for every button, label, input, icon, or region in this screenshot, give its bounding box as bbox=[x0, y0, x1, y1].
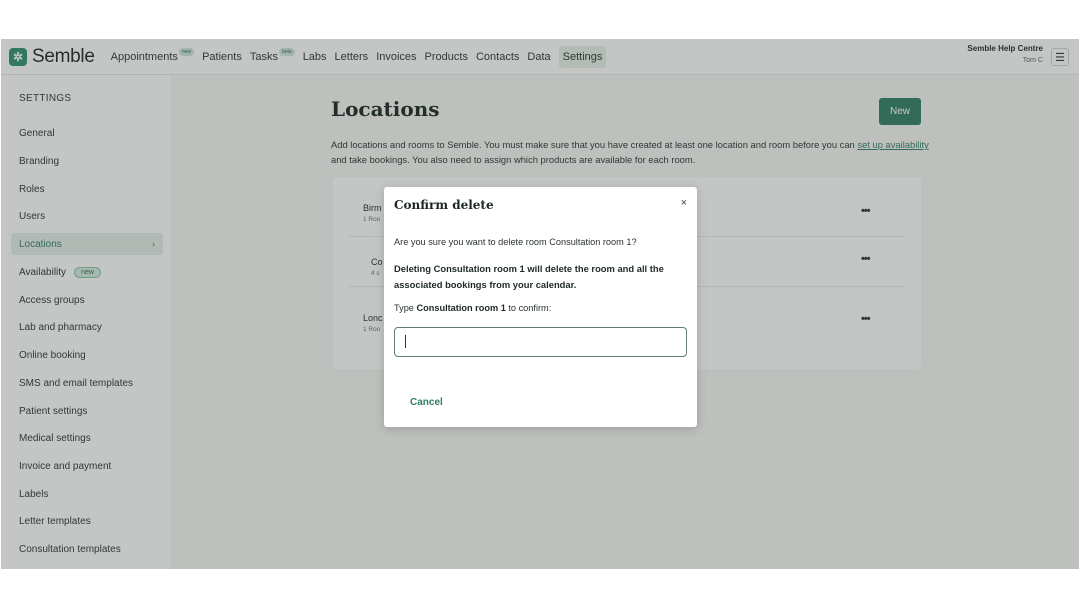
dialog-warning: Deleting Consultation room 1 will delete… bbox=[394, 263, 664, 290]
dialog-question: Are you sure you want to delete room Con… bbox=[394, 237, 637, 247]
confirm-name-input[interactable] bbox=[394, 327, 687, 357]
text-caret bbox=[405, 335, 406, 348]
confirm-instruction: Type Consultation room 1 to confirm: bbox=[394, 303, 552, 313]
app-window: ✲ Semble Appointments new Patients Tasks b… bbox=[1, 39, 1079, 569]
dialog-title: Confirm delete bbox=[394, 198, 494, 212]
confirm-target: Consultation room 1 bbox=[416, 303, 506, 313]
close-icon[interactable]: × bbox=[681, 197, 687, 209]
modal-backdrop[interactable]: Confirm delete × Are you sure you want t… bbox=[1, 39, 1079, 569]
confirm-delete-dialog: Confirm delete × Are you sure you want t… bbox=[384, 187, 697, 427]
cancel-button[interactable]: Cancel bbox=[410, 397, 443, 408]
